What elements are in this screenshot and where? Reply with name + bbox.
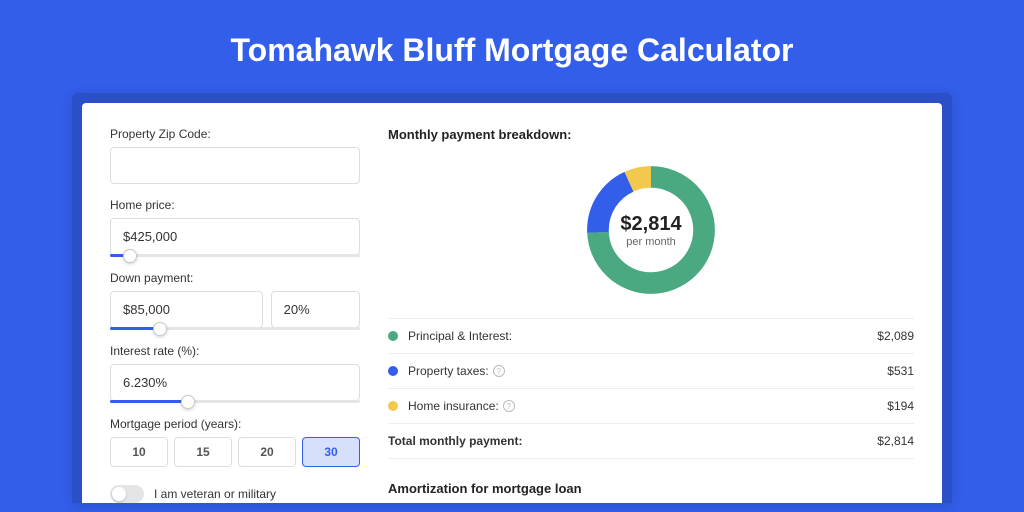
legend-dot-icon <box>388 366 398 376</box>
interest-rate-label: Interest rate (%): <box>110 344 360 358</box>
amortization-title: Amortization for mortgage loan <box>388 481 914 496</box>
slider-thumb-icon[interactable] <box>181 395 195 409</box>
breakdown-value: $531 <box>887 364 914 378</box>
page-title: Tomahawk Bluff Mortgage Calculator <box>0 0 1024 93</box>
donut-sublabel: per month <box>626 236 676 248</box>
home-price-label: Home price: <box>110 198 360 212</box>
form-column: Property Zip Code: Home price: Down paym… <box>110 127 360 503</box>
slider-thumb-icon[interactable] <box>123 249 137 263</box>
interest-rate-slider[interactable] <box>110 400 360 403</box>
breakdown-row-total: Total monthly payment: $2,814 <box>388 424 914 459</box>
zip-label: Property Zip Code: <box>110 127 360 141</box>
field-zip: Property Zip Code: <box>110 127 360 184</box>
veteran-toggle[interactable] <box>110 485 144 503</box>
field-interest-rate: Interest rate (%): <box>110 344 360 403</box>
down-payment-pct-input[interactable] <box>271 291 360 328</box>
period-btn-15[interactable]: 15 <box>174 437 232 467</box>
breakdown-value: $2,089 <box>877 329 914 343</box>
breakdown-label: Home insurance: ? <box>408 399 887 413</box>
breakdown-column: Monthly payment breakdown: $2,814 per mo… <box>388 127 914 503</box>
legend-dot-icon <box>388 331 398 341</box>
donut-chart: $2,814 per month <box>581 160 721 300</box>
down-payment-label: Down payment: <box>110 271 360 285</box>
breakdown-label: Property taxes: ? <box>408 364 887 378</box>
period-button-group: 10 15 20 30 <box>110 437 360 467</box>
info-icon[interactable]: ? <box>503 400 515 412</box>
interest-rate-input[interactable] <box>110 364 360 401</box>
zip-input[interactable] <box>110 147 360 184</box>
breakdown-row-taxes: Property taxes: ? $531 <box>388 354 914 389</box>
info-icon[interactable]: ? <box>493 365 505 377</box>
calculator-card: Property Zip Code: Home price: Down paym… <box>82 103 942 503</box>
breakdown-row-insurance: Home insurance: ? $194 <box>388 389 914 424</box>
period-btn-30[interactable]: 30 <box>302 437 360 467</box>
period-btn-20[interactable]: 20 <box>238 437 296 467</box>
donut-total-amount: $2,814 <box>620 213 681 236</box>
toggle-knob-icon <box>112 487 126 501</box>
veteran-label: I am veteran or military <box>154 487 276 501</box>
mortgage-period-label: Mortgage period (years): <box>110 417 360 431</box>
donut-chart-wrap: $2,814 per month <box>388 154 914 318</box>
home-price-slider[interactable] <box>110 254 360 257</box>
breakdown-list: Principal & Interest: $2,089 Property ta… <box>388 318 914 459</box>
breakdown-row-principal: Principal & Interest: $2,089 <box>388 319 914 354</box>
home-price-input[interactable] <box>110 218 360 255</box>
total-value: $2,814 <box>877 434 914 448</box>
amortization-section: Amortization for mortgage loan Amortizat… <box>388 481 914 503</box>
field-mortgage-period: Mortgage period (years): 10 15 20 30 <box>110 417 360 467</box>
veteran-toggle-row: I am veteran or military <box>110 485 360 503</box>
breakdown-label: Principal & Interest: <box>408 329 877 343</box>
slider-thumb-icon[interactable] <box>153 322 167 336</box>
breakdown-value: $194 <box>887 399 914 413</box>
breakdown-title: Monthly payment breakdown: <box>388 127 914 142</box>
legend-dot-icon <box>388 401 398 411</box>
calculator-card-wrapper: Property Zip Code: Home price: Down paym… <box>72 93 952 503</box>
field-home-price: Home price: <box>110 198 360 257</box>
period-btn-10[interactable]: 10 <box>110 437 168 467</box>
total-label: Total monthly payment: <box>388 434 877 448</box>
down-payment-input[interactable] <box>110 291 263 328</box>
field-down-payment: Down payment: <box>110 271 360 330</box>
down-payment-slider[interactable] <box>110 327 360 330</box>
